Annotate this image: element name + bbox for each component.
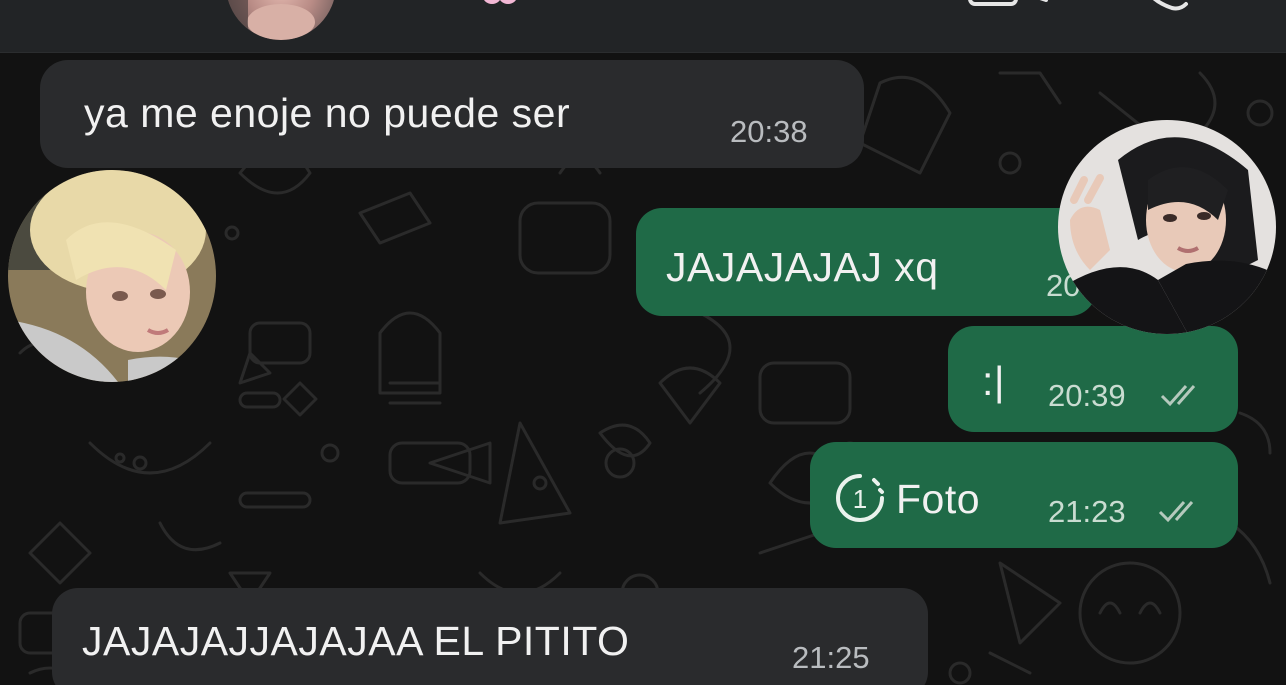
message-time: 21:25	[792, 640, 870, 675]
chat-screen: ya me enoje no puede ser 20:38 JAJAJAJAJ…	[0, 0, 1286, 685]
back-arrow-icon[interactable]	[38, 0, 82, 18]
phone-call-icon[interactable]	[1138, 0, 1192, 14]
message-text: ya me enoje no puede ser	[84, 90, 571, 136]
dark-haired-person-photo	[1058, 120, 1276, 334]
video-call-icon[interactable]	[968, 0, 1050, 14]
double-check-icon	[1160, 385, 1196, 407]
message-text: JAJAJAJJAJAJAA EL PITITO	[82, 618, 630, 664]
double-check-icon	[1158, 501, 1194, 523]
message-bubble-outgoing[interactable]: JAJAJAJAJ xq 20:38	[636, 208, 1124, 316]
message-bubble-outgoing[interactable]: :| 20:39	[948, 326, 1238, 432]
message-time: 20:38	[730, 114, 808, 149]
view-once-icon: 1	[836, 474, 884, 522]
chat-header	[0, 0, 1286, 53]
message-text: :|	[982, 358, 1006, 404]
message-text: Foto	[896, 476, 981, 522]
message-time: 20:39	[1048, 378, 1126, 413]
contact-avatar[interactable]	[226, 0, 336, 40]
message-bubble-outgoing[interactable]: 1 Foto 21:23	[810, 442, 1238, 548]
message-bubble-incoming[interactable]: JAJAJAJJAJAJAA EL PITITO 21:25	[52, 588, 928, 685]
blonde-person-photo	[8, 170, 216, 382]
message-time: 21:23	[1048, 494, 1126, 529]
message-bubble-incoming[interactable]: ya me enoje no puede ser 20:38	[40, 60, 864, 168]
svg-text:1: 1	[853, 484, 867, 514]
cherry-blossom-icon	[478, 0, 534, 18]
message-text: JAJAJAJAJ xq	[666, 244, 939, 290]
